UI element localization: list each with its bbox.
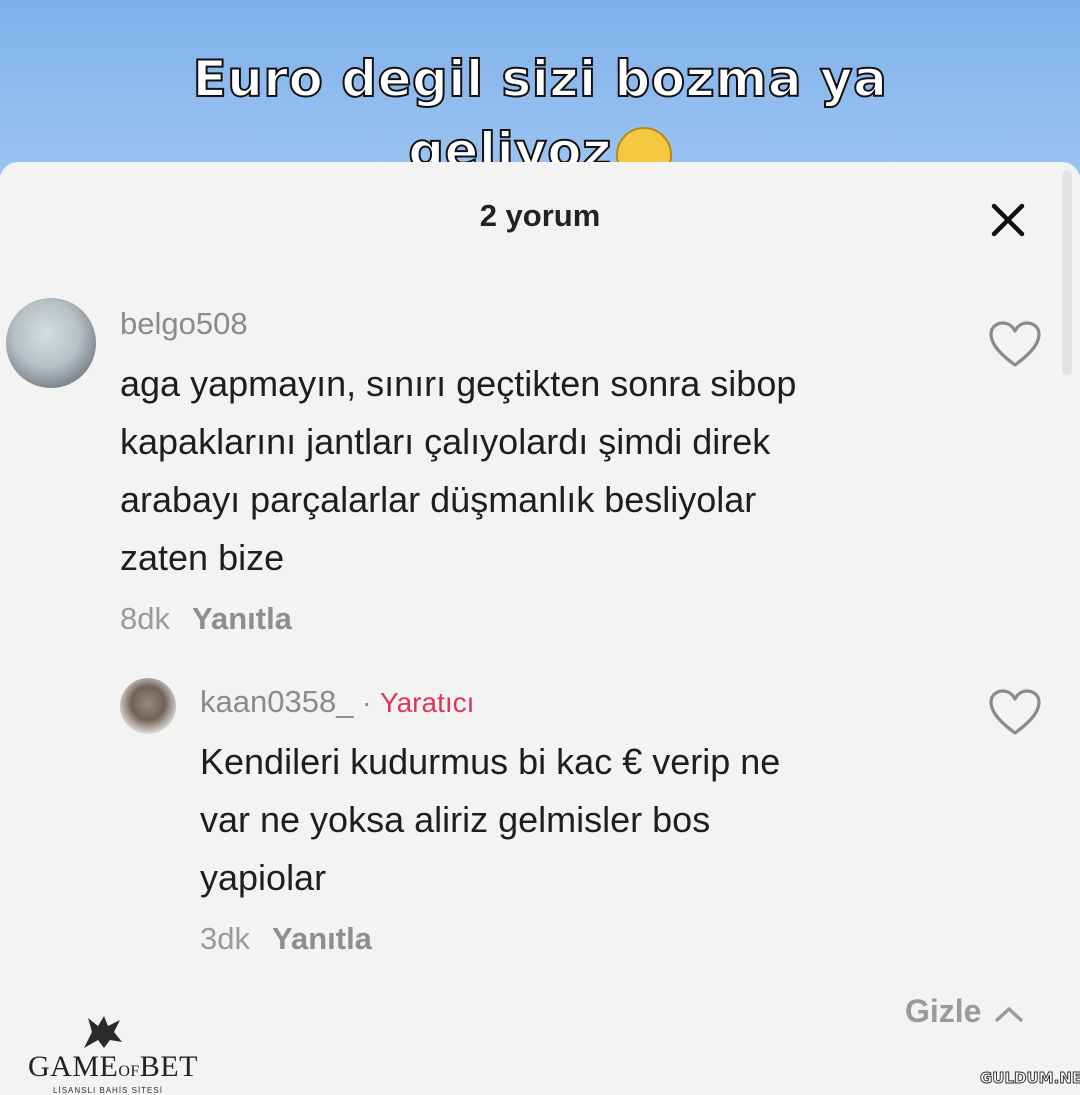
comment-text-line: var ne yoksa aliriz gelmisler bos — [200, 799, 711, 840]
comment-username[interactable]: belgo508 — [120, 306, 248, 342]
close-button[interactable] — [984, 196, 1032, 244]
hide-replies-button[interactable]: Gizle — [905, 993, 1024, 1030]
heart-icon — [989, 321, 1041, 367]
close-icon — [991, 203, 1025, 237]
comment-time: 3dk — [200, 921, 250, 956]
video-caption-line1: Euro degil sizi bozma ya — [192, 49, 888, 109]
like-button[interactable] — [988, 320, 1042, 370]
comment-text-line: aga yapmayın, sınırı geçtikten sonra sib… — [120, 363, 797, 404]
logo-name-right: BET — [139, 1050, 198, 1083]
comment-meta: 3dk Yanıtla — [200, 921, 372, 957]
comment-text: Kendileri kudurmus bi kac € verip ne var… — [200, 733, 780, 907]
logo-name-mid: OF — [118, 1063, 140, 1080]
separator-dot: · — [362, 687, 372, 718]
reply-header: kaan0358_ · Yaratıcı — [200, 684, 474, 720]
logo-name: GAMEOFBET — [28, 1050, 197, 1084]
hide-label: Gizle — [905, 993, 982, 1029]
creator-badge: Yaratıcı — [380, 687, 475, 718]
comment-text-line: arabayı parçalarlar düşmanlık besliyolar — [120, 479, 757, 520]
comment-text-line: yapiolar — [200, 857, 327, 898]
comment-time: 8dk — [120, 601, 170, 636]
reply-button[interactable]: Yanıtla — [192, 601, 292, 636]
comment-text-line: kapaklarını jantları çalıyolardı şimdi d… — [120, 421, 771, 462]
heart-icon — [989, 689, 1041, 735]
comment-count-title: 2 yorum — [479, 198, 601, 233]
comment-text-line: zaten bize — [120, 537, 285, 578]
reply-button[interactable]: Yanıtla — [272, 921, 372, 956]
comment-username[interactable]: kaan0358_ — [200, 684, 353, 719]
game-of-bet-logo: GAMEOFBET LİSANSLI BAHİS SİTESİ — [28, 1012, 197, 1095]
logo-tagline: LİSANSLI BAHİS SİTESİ — [53, 1086, 163, 1095]
logo-name-left: GAME — [28, 1050, 119, 1083]
avatar[interactable] — [6, 298, 96, 388]
like-button[interactable] — [988, 688, 1042, 738]
site-watermark: GULDUM.NET — [979, 1069, 1080, 1088]
comment-text-line: Kendileri kudurmus bi kac € verip ne — [200, 741, 781, 782]
avatar[interactable] — [120, 678, 176, 734]
wolf-icon — [84, 1016, 122, 1048]
chevron-up-icon — [995, 1006, 1024, 1022]
comment-meta: 8dk Yanıtla — [120, 601, 292, 637]
comment-text: aga yapmayın, sınırı geçtikten sonra sib… — [120, 355, 796, 587]
